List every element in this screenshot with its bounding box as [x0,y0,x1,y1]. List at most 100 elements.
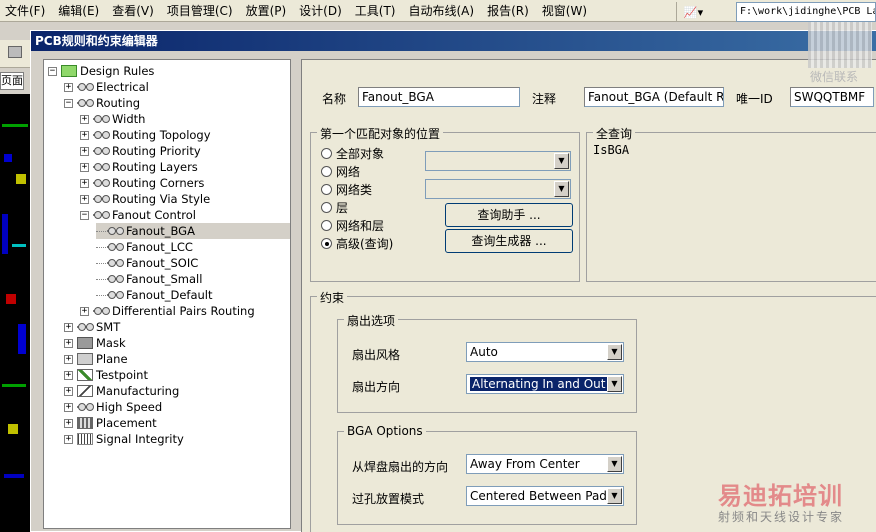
tree-item-smt[interactable]: + SMT [64,319,120,335]
chevron-down-icon[interactable]: ▼ [607,344,622,360]
radio-net[interactable]: 网络 [321,163,360,180]
electrical-icon [77,81,94,93]
radio-dot-selected[interactable] [321,238,332,249]
expand-icon[interactable]: + [64,322,73,332]
tree-item-placement[interactable]: + Placement [64,415,157,431]
via-placement-select[interactable]: Centered Between Pads ▼ [466,486,624,506]
background-toolbar [0,40,30,68]
fanout-direction-select[interactable]: Alternating In and Out ▼ [466,374,624,394]
expand-icon[interactable]: + [80,194,89,204]
menu-file[interactable]: 文件(F) [0,0,53,22]
tree-item-routing-corners[interactable]: + Routing Corners [80,175,204,191]
print-icon[interactable] [8,46,22,58]
expand-icon[interactable]: + [64,338,73,348]
chevron-down-icon[interactable]: ▼ [554,181,569,197]
tree-item-fanout-control[interactable]: − Fanout Control [80,207,196,223]
tree-item-fanout-soic[interactable]: Fanout_SOIC [96,255,198,271]
tree-item-fanout-small[interactable]: Fanout_Small [96,271,202,287]
pad-direction-select[interactable]: Away From Center ▼ [466,454,624,474]
radio-dot[interactable] [321,148,332,159]
expand-icon[interactable]: + [64,370,73,380]
background-tab[interactable]: 页面 [0,72,24,90]
expand-icon[interactable]: + [80,162,89,172]
menu-place[interactable]: 放置(P) [241,0,295,22]
tree-item-routing-topology[interactable]: + Routing Topology [80,127,211,143]
tree-item-manufacturing[interactable]: + Manufacturing [64,383,179,399]
query-builder-button[interactable]: 查询生成器 ... [445,229,573,253]
expand-icon[interactable]: + [64,82,73,92]
bga-options-group: BGA Options 从焊盘扇出的方向 Away From Center ▼ … [337,424,637,525]
tree-connector [96,262,106,264]
menu-tools[interactable]: 工具(T) [350,0,404,22]
comment-field[interactable]: Fanout_BGA (Default Rule) [584,87,724,107]
menu-view[interactable]: 查看(V) [107,0,162,22]
tree-connector [96,246,106,248]
rules-root-icon [61,65,77,77]
radio-layer[interactable]: 层 [321,199,348,216]
menu-design[interactable]: 设计(D) [294,0,350,22]
tree-item-fanout-lcc[interactable]: Fanout_LCC [96,239,193,255]
menu-project[interactable]: 项目管理(C) [162,0,241,22]
collapse-icon[interactable]: − [64,98,73,108]
radio-net-class[interactable]: 网络类 [321,181,372,198]
tree-item-high-speed[interactable]: + High Speed [64,399,162,415]
tree-item-design-rules[interactable]: − Design Rules [48,63,154,79]
menu-window[interactable]: 视窗(W) [537,0,595,22]
expand-icon[interactable]: + [64,402,73,412]
menu-reports[interactable]: 报告(R) [482,0,537,22]
tree-item-width[interactable]: + Width [80,111,145,127]
menu-autoroute[interactable]: 自动布线(A) [403,0,482,22]
tree-item-differential-pairs[interactable]: + Differential Pairs Routing [80,303,255,319]
radio-all-objects[interactable]: 全部对象 [321,145,384,162]
chevron-down-icon[interactable]: ▼ [554,153,569,169]
fanout-style-value: Auto [470,345,498,359]
expand-icon[interactable]: + [80,130,89,140]
tree-item-fanout-default[interactable]: Fanout_Default [96,287,213,303]
tree-item-mask[interactable]: + Mask [64,335,126,351]
expand-icon[interactable]: + [64,386,73,396]
expand-icon[interactable]: + [80,178,89,188]
collapse-icon[interactable]: − [48,66,57,76]
expand-icon[interactable]: + [64,354,73,364]
query-helper-button[interactable]: 查询助手 ... [445,203,573,227]
expand-icon[interactable]: + [80,114,89,124]
name-field[interactable]: Fanout_BGA [358,87,520,107]
expand-icon[interactable]: + [80,146,89,156]
tree-item-electrical[interactable]: + Electrical [64,79,149,95]
document-path-field[interactable]: F:\work\jidinghe\PCB La [736,2,876,22]
full-query-text[interactable]: IsBGA [593,143,629,157]
radio-net-and-layer[interactable]: 网络和层 [321,217,384,234]
expand-icon[interactable]: + [80,306,89,316]
tree-item-label: Placement [96,416,157,430]
mask-icon [77,337,93,349]
tree-item-plane[interactable]: + Plane [64,351,128,367]
tree-item-routing[interactable]: − Routing [64,95,140,111]
radio-dot[interactable] [321,166,332,177]
tree-item-routing-via-style[interactable]: + Routing Via Style [80,191,210,207]
tree-item-signal-integrity[interactable]: + Signal Integrity [64,431,184,447]
chevron-down-icon[interactable]: ▼ [607,488,622,504]
unique-id-field[interactable]: SWQQTBMF [790,87,874,107]
tree-item-routing-layers[interactable]: + Routing Layers [80,159,198,175]
fanout-style-label: 扇出风格 [352,348,401,362]
tree-item-fanout-bga[interactable]: Fanout_BGA [96,223,290,239]
collapse-icon[interactable]: − [80,210,89,220]
placement-icon [77,417,93,429]
unique-id-label: 唯一ID [736,92,773,106]
chevron-down-icon[interactable]: ▼ [607,376,622,392]
chart-tool-icon[interactable]: 📈▾ [676,2,710,22]
pcb-canvas[interactable] [0,94,30,532]
net-class-select[interactable]: ▼ [425,179,571,199]
radio-dot[interactable] [321,184,332,195]
expand-icon[interactable]: + [64,434,73,444]
fanout-style-select[interactable]: Auto ▼ [466,342,624,362]
radio-advanced-query[interactable]: 高级(查询) [321,235,393,252]
radio-dot[interactable] [321,220,332,231]
chevron-down-icon[interactable]: ▼ [607,456,622,472]
tree-item-testpoint[interactable]: + Testpoint [64,367,148,383]
net-select[interactable]: ▼ [425,151,571,171]
radio-dot[interactable] [321,202,332,213]
tree-item-routing-priority[interactable]: + Routing Priority [80,143,201,159]
expand-icon[interactable]: + [64,418,73,428]
menu-edit[interactable]: 编辑(E) [53,0,107,22]
